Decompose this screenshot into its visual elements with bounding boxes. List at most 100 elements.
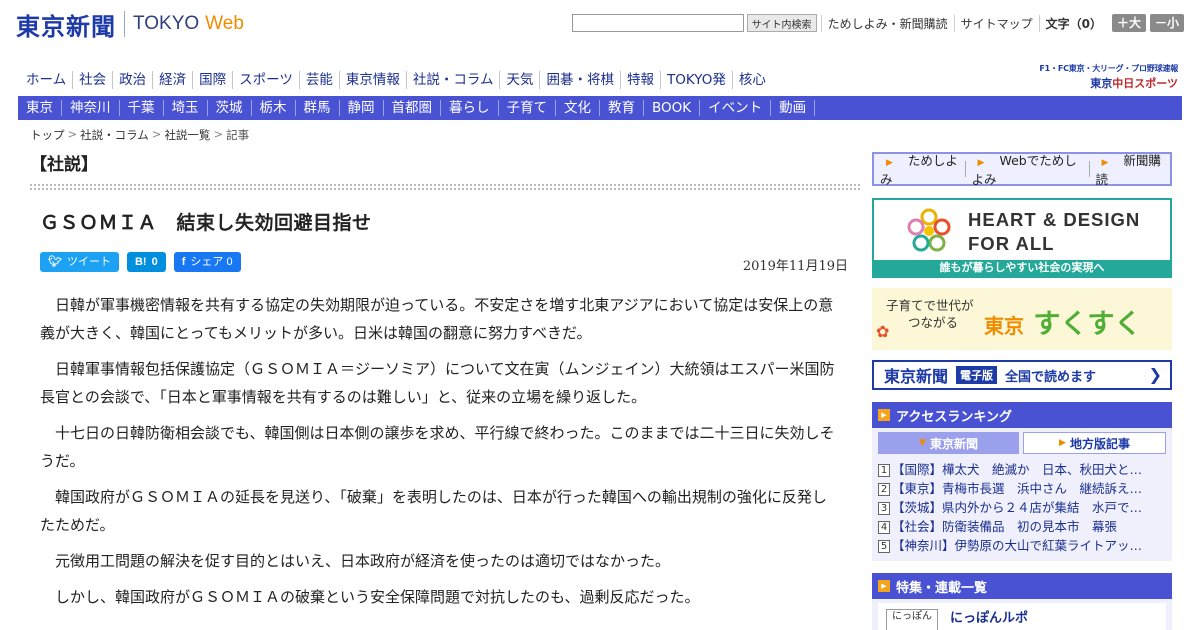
font-size-value: （0） (1069, 16, 1102, 31)
sukusuku-tokyo: 東京 (984, 314, 1024, 338)
logo-separator (124, 11, 125, 37)
tab-local-articles-label: 地方版記事 (1069, 436, 1130, 451)
heart-title-line1: HEART & DESIGN (968, 209, 1141, 230)
promo-subscribe-link[interactable]: ▶ 新聞購読 (1089, 150, 1170, 188)
hatena-icon: B! (134, 256, 147, 268)
article-date: 2019年11月19日 (742, 259, 848, 274)
region-chiba[interactable]: 千葉 (120, 100, 164, 116)
hatena-bookmark-button[interactable]: B! 0 (126, 252, 166, 272)
region-tokyo[interactable]: 東京 (18, 100, 62, 116)
article-body: 日韓が軍事機密情報を共有する協定の失効期限が迫っている。不安定さを増す北東アジア… (30, 291, 860, 611)
site-header: 東京新聞 TOKYO Web サイト内検索 ためしよみ・新聞購読 サイトマップ … (0, 0, 1200, 60)
nav-tokyo-info[interactable]: 東京情報 (338, 71, 406, 89)
ranking-item[interactable]: 4 【社会】防衛装備品 初の見本市 幕張 (878, 517, 1166, 536)
breadcrumb-separator: > (151, 127, 162, 141)
heart-title-line2: FOR ALL (968, 233, 1055, 254)
flower-logo-icon (907, 208, 951, 252)
chunichi-prefix: 東京 (1090, 77, 1113, 90)
breadcrumb-separator: > (67, 127, 78, 141)
region-video[interactable]: 動画 (771, 100, 816, 116)
ranking-tabs: ▼ 東京新聞 ▶ 地方版記事 (878, 432, 1166, 454)
tweet-button[interactable]: 🐦︎ ツイート (40, 252, 119, 272)
digital-edition-banner[interactable]: 東京新聞 電子版 全国で読めます ❯ (872, 360, 1172, 390)
triangle-right-icon: ▶ (1059, 438, 1066, 448)
region-ibaraki[interactable]: 茨城 (208, 100, 252, 116)
nav-politics[interactable]: 政治 (112, 71, 152, 89)
chunichi-name: 中日スポーツ (1112, 77, 1178, 90)
ranking-item[interactable]: 1 【国際】樺太犬 絶滅か 日本、秋田犬と… (878, 460, 1166, 479)
region-shizuoka[interactable]: 静岡 (340, 100, 384, 116)
twitter-bird-icon: 🐦︎ (48, 256, 62, 268)
region-tochigi[interactable]: 栃木 (252, 100, 296, 116)
region-culture[interactable]: 文化 (556, 100, 600, 116)
nav-society[interactable]: 社会 (72, 71, 112, 89)
feature-list-title: 特集・連載一覧 (896, 580, 988, 596)
triangle-right-icon: ▶ (886, 158, 893, 168)
nav-economy[interactable]: 経済 (152, 71, 192, 89)
nav-entertainment[interactable]: 芸能 (298, 71, 339, 89)
access-ranking-body: ▼ 東京新聞 ▶ 地方版記事 1 【国際】樺太犬 絶滅か 日本、秋田犬と… 2 【東京】… (872, 428, 1172, 561)
access-ranking-header: ▶ アクセスランキング (872, 402, 1172, 428)
nav-sports[interactable]: スポーツ (232, 71, 299, 89)
chunichi-sports-banner[interactable]: F1・FC東京・大リーグ・プロ野球速報 東京中日スポーツ (1039, 63, 1178, 91)
font-larger-button[interactable]: ＋大 (1111, 14, 1146, 32)
region-events[interactable]: イベント (700, 100, 772, 116)
breadcrumb-current: 記事 (226, 128, 250, 142)
heart-design-banner[interactable]: HEART & DESIGN FOR ALL 誰もが暮らしやすい社会の実現へ (872, 198, 1172, 278)
ranking-item-text: 【神奈川】伊勢原の大山で紅葉ライトアッ… (892, 538, 1143, 553)
region-nav: 東京 神奈川 千葉 埼玉 茨城 栃木 群馬 静岡 首都圏 暮らし 子育て 文化 … (18, 96, 1182, 120)
nav-international[interactable]: 国際 (192, 71, 232, 89)
region-saitama[interactable]: 埼玉 (164, 100, 208, 116)
tweet-label: ツイート (66, 256, 111, 268)
rank-number: 4 (878, 521, 890, 534)
ranking-item[interactable]: 2 【東京】青梅市長選 浜中さん 継続訴え… (878, 479, 1166, 498)
feature-item[interactable]: にっぽん にっぽんルポ (878, 603, 1166, 630)
nav-weather[interactable]: 天気 (499, 71, 539, 89)
ranking-item-text: 【東京】青梅市長選 浜中さん 継続訴え… (892, 481, 1143, 496)
ranking-item-text: 【社会】防衛装備品 初の見本市 幕張 (892, 519, 1118, 534)
breadcrumb-editorial-list[interactable]: 社説一覧 (164, 127, 210, 143)
region-education[interactable]: 教育 (600, 100, 644, 116)
nav-editorial-column[interactable]: 社説・コラム (405, 71, 500, 89)
logo-japanese: 東京新聞 (16, 11, 116, 41)
site-logo[interactable]: 東京新聞 TOKYO Web (16, 8, 244, 41)
sitemap-link[interactable]: サイトマップ (953, 14, 1039, 32)
region-kanagawa[interactable]: 神奈川 (62, 100, 120, 116)
facebook-share-label: シェア (190, 256, 224, 268)
sukusuku-subtitle-line2: つながる (908, 315, 959, 330)
region-shutoken[interactable]: 首都圏 (384, 100, 441, 116)
promo-trial-link[interactable]: ▶ ためしよみ (874, 150, 965, 188)
ranking-item[interactable]: 5 【神奈川】伊勢原の大山で紅葉ライトアッ… (878, 536, 1166, 555)
breadcrumb-editorial[interactable]: 社説・コラム (80, 127, 149, 143)
tab-local-articles[interactable]: ▶ 地方版記事 (1023, 432, 1166, 454)
trial-subscribe-link[interactable]: ためしよみ・新聞購読 (820, 14, 954, 32)
site-search-input[interactable] (571, 14, 744, 32)
heart-design-caption: 誰もが暮らしやすい社会の実現へ (874, 260, 1170, 276)
access-ranking-title: アクセスランキング (896, 409, 1012, 425)
logo-web: Web (205, 13, 244, 34)
site-search-button[interactable]: サイト内検索 (746, 14, 817, 32)
article: 【社説】 ＧＳＯＭＩＡ 結束し失効回避目指せ 🐦︎ ツイート B! 0 f シェア 0… (30, 150, 860, 619)
rank-number: 3 (878, 502, 890, 515)
promo-web-trial-link[interactable]: ▶ Webでためしよみ (966, 150, 1089, 188)
breadcrumb-top[interactable]: トップ (30, 127, 65, 143)
tab-tokyo-shimbun[interactable]: ▼ 東京新聞 (878, 432, 1019, 454)
facebook-share-button[interactable]: f シェア 0 (173, 252, 241, 272)
nav-go-shogi[interactable]: 囲碁・将棋 (539, 71, 620, 89)
rank-number: 5 (878, 540, 890, 553)
region-parenting[interactable]: 子育て (499, 100, 556, 116)
breadcrumb: トップ > 社説・コラム > 社説一覧 > 記事 (30, 127, 249, 143)
region-living[interactable]: 暮らし (441, 100, 499, 116)
tokyo-sukusuku-banner[interactable]: 子育てで世代が つながる ✿ 東京 すくすく (872, 288, 1172, 350)
font-smaller-button[interactable]: －小 (1149, 14, 1184, 32)
article-paragraph: 元徴用工問題の解決を促す目的とはいえ、日本政府が経済を使ったのは適切ではなかった… (55, 552, 671, 570)
nav-kakushin[interactable]: 核心 (731, 71, 772, 89)
nav-tokuho[interactable]: 特報 (619, 71, 660, 89)
nav-tokyo-hatsu[interactable]: TOKYO発 (659, 71, 732, 89)
logo-english: TOKYO (133, 13, 200, 34)
nav-home[interactable]: ホーム (20, 71, 72, 89)
region-book[interactable]: BOOK (644, 100, 701, 116)
ranking-item[interactable]: 3 【茨城】県内外から２４店が集結 水戸で… (878, 498, 1166, 517)
ranking-item-text: 【国際】樺太犬 絶滅か 日本、秋田犬と… (892, 462, 1143, 477)
region-gunma[interactable]: 群馬 (296, 100, 340, 116)
